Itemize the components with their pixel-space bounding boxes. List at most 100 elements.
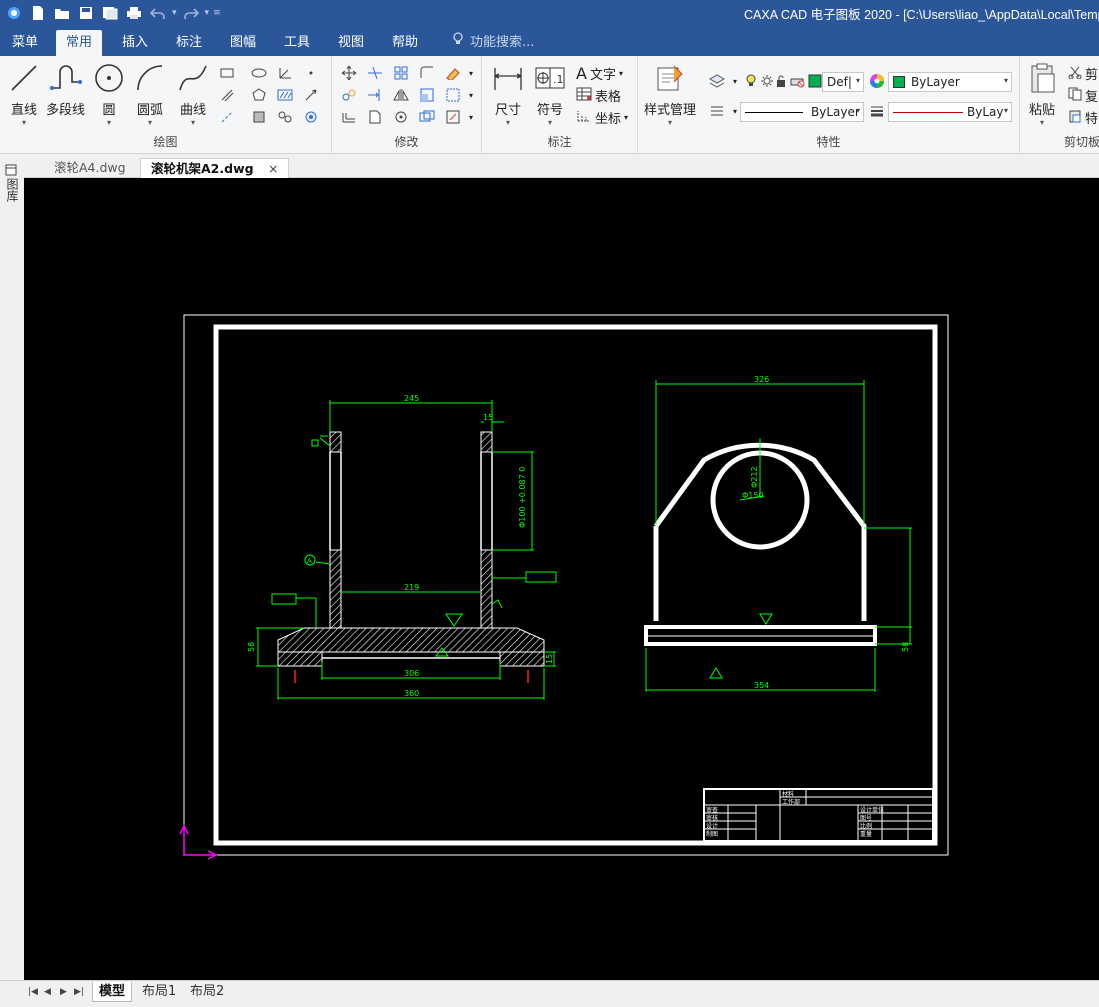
polygon-icon[interactable] [250, 86, 268, 104]
mirror-icon[interactable] [392, 86, 410, 104]
drawing-canvas[interactable]: 245 15 Φ100 +0.087 0 219 306 360 58 15 A [24, 178, 1099, 980]
arc-dropdown-icon[interactable]: ▾ [148, 118, 152, 127]
modify-more-icon[interactable]: ▾ [462, 64, 480, 82]
style-manager-button[interactable]: 样式管理 ▾ [644, 62, 696, 127]
undo-dropdown-icon[interactable]: ▾ [172, 8, 177, 18]
customize-qat-icon[interactable]: ≡ [213, 8, 221, 18]
offset-icon[interactable] [340, 108, 358, 126]
redo-icon[interactable] [181, 3, 201, 23]
stretch-icon[interactable] [444, 86, 462, 104]
array-icon[interactable] [392, 64, 410, 82]
next-tab-icon[interactable]: ▶ [60, 987, 67, 997]
modify-more2-icon[interactable]: ▾ [462, 86, 480, 104]
tab-view[interactable]: 视图 [328, 30, 374, 56]
last-tab-icon[interactable]: ▶| [74, 987, 84, 997]
close-icon[interactable]: × [268, 161, 278, 176]
tab-annotate[interactable]: 标注 [166, 30, 212, 56]
scale-icon[interactable] [418, 86, 436, 104]
app-logo-icon[interactable] [4, 3, 24, 23]
modify-more3-icon[interactable]: ▾ [462, 108, 480, 126]
library-panel-icon[interactable] [5, 164, 17, 179]
redo-dropdown-icon[interactable]: ▾ [205, 8, 210, 18]
prev-tab-icon[interactable]: ◀ [44, 987, 51, 997]
move-icon[interactable] [340, 64, 358, 82]
properties-match-icon[interactable] [444, 108, 462, 126]
tab-sheet[interactable]: 图幅 [220, 30, 266, 56]
color-select[interactable]: ByLayer ▾ [888, 72, 1012, 92]
rectangle-icon[interactable] [218, 64, 236, 82]
lineweight-select-arrow-icon[interactable]: ▾ [1004, 106, 1008, 115]
curve-button[interactable]: 曲线 ▾ [177, 62, 209, 127]
copy-button[interactable]: 复 [1068, 86, 1098, 105]
text-dropdown-icon[interactable]: ▾ [619, 69, 623, 78]
tab-help[interactable]: 帮助 [382, 30, 428, 56]
print-icon[interactable] [124, 3, 144, 23]
new-file-icon[interactable] [28, 3, 48, 23]
doc-tab-roller-frame-a2[interactable]: 滚轮机架A2.dwg × [140, 158, 290, 178]
first-tab-icon[interactable]: |◀ [28, 987, 38, 997]
paste-special-button[interactable]: 特 [1068, 108, 1098, 127]
explode-icon[interactable] [366, 108, 384, 126]
tab-layout1[interactable]: 布局1 [136, 982, 182, 1002]
save-all-icon[interactable] [100, 3, 120, 23]
layer-select[interactable]: Def| ▾ [822, 72, 864, 92]
line-dropdown-icon[interactable]: ▾ [22, 118, 26, 127]
library-panel-tab[interactable]: 图库 [4, 178, 21, 202]
paste-button[interactable]: 粘贴 ▾ [1026, 62, 1058, 127]
spline-icon[interactable] [276, 108, 294, 126]
layer-print-icon[interactable] [788, 72, 806, 90]
circle-dropdown-icon[interactable]: ▾ [107, 118, 111, 127]
dimension-dropdown-icon[interactable]: ▾ [506, 118, 510, 127]
color-select-arrow-icon[interactable]: ▾ [1004, 76, 1008, 85]
text-button[interactable]: A 文字 ▾ [576, 64, 623, 83]
copy-object-icon[interactable] [340, 86, 358, 104]
tab-insert[interactable]: 插入 [112, 30, 158, 56]
lineweight-select[interactable]: ByLay ▾ [888, 102, 1012, 122]
undo-icon[interactable] [148, 3, 168, 23]
tab-home[interactable]: 常用 [56, 30, 103, 56]
table-button[interactable]: 表格 [576, 86, 621, 105]
angle-line-icon[interactable] [276, 64, 294, 82]
circle-button[interactable]: 圆 ▾ [93, 62, 125, 127]
parallel-line-icon[interactable] [218, 86, 236, 104]
tab-model[interactable]: 模型 [92, 982, 133, 1002]
arrow-line-icon[interactable] [302, 86, 320, 104]
layer-manager-icon[interactable] [708, 72, 726, 90]
linetype-select[interactable]: ByLayer ▾ [740, 102, 864, 122]
gear-tooth-icon[interactable] [302, 108, 320, 126]
ellipse-icon[interactable] [250, 64, 268, 82]
coordinate-button[interactable]: 坐标 ▾ [576, 108, 628, 127]
coordinate-dropdown-icon[interactable]: ▾ [624, 113, 628, 122]
rotate-icon[interactable] [392, 108, 410, 126]
erase-icon[interactable] [444, 64, 462, 82]
symbol-dropdown-icon[interactable]: ▾ [548, 118, 552, 127]
save-icon[interactable] [76, 3, 96, 23]
lineweight-icon[interactable] [868, 102, 886, 120]
tab-layout2[interactable]: 布局2 [184, 982, 230, 1002]
cut-button[interactable]: 剪 [1068, 64, 1098, 83]
block-icon[interactable] [418, 108, 436, 126]
hatch-icon[interactable] [276, 86, 294, 104]
color-wheel-icon[interactable] [868, 72, 886, 90]
boundary-icon[interactable] [250, 108, 268, 126]
dimension-button[interactable]: 尺寸 ▾ [492, 62, 524, 127]
style-manager-dropdown-icon[interactable]: ▾ [668, 118, 672, 127]
open-folder-icon[interactable] [52, 3, 72, 23]
centerline-icon[interactable] [218, 108, 236, 126]
layer-select-arrow-icon[interactable]: ▾ [856, 76, 860, 85]
trim-icon[interactable] [366, 64, 384, 82]
linetype-select-arrow-icon[interactable]: ▾ [856, 106, 860, 115]
doc-tab-roller-a4[interactable]: 滚轮A4.dwg [44, 158, 136, 178]
paste-dropdown-icon[interactable]: ▾ [1040, 118, 1044, 127]
point-icon[interactable] [302, 64, 320, 82]
symbol-button[interactable]: .1 符号 ▾ [534, 62, 566, 127]
arc-button[interactable]: 圆弧 ▾ [134, 62, 166, 127]
feature-search[interactable]: 功能搜索... [452, 30, 534, 56]
fillet-icon[interactable] [418, 64, 436, 82]
tab-tools[interactable]: 工具 [274, 30, 320, 56]
polyline-button[interactable]: 多段线 [46, 62, 85, 118]
line-button[interactable]: 直线 ▾ [8, 62, 40, 127]
curve-dropdown-icon[interactable]: ▾ [191, 118, 195, 127]
tab-menu[interactable]: 菜单 [2, 30, 48, 56]
align-icon[interactable] [708, 102, 726, 120]
